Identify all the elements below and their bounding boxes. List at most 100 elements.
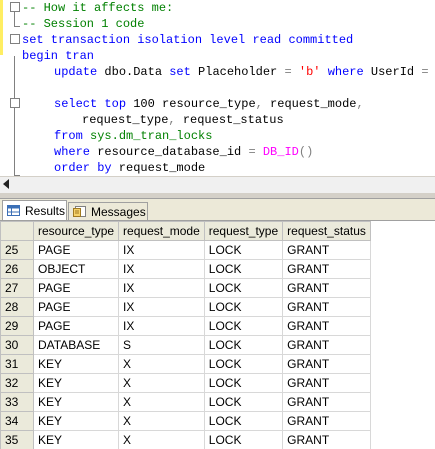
code-line-4: begin tran — [22, 49, 95, 63]
tab-results[interactable]: Results — [2, 200, 67, 220]
row-number[interactable]: 28 — [0, 297, 34, 317]
grid-icon — [7, 205, 20, 216]
cell-resource-type[interactable]: PAGE — [32, 278, 120, 298]
cell-request-mode[interactable]: IX — [118, 316, 205, 336]
cell-request-type[interactable]: LOCK — [203, 373, 284, 393]
code-line-2: -- Session 1 code — [22, 17, 145, 31]
cell-request-mode[interactable]: X — [118, 411, 205, 431]
collapse-box-icon-2[interactable] — [10, 34, 20, 44]
query-editor[interactable]: -- How it affects me: -- Session 1 code … — [0, 0, 435, 176]
cell-request-mode[interactable]: S — [118, 335, 205, 355]
outline-guide-3 — [14, 56, 15, 176]
row-number[interactable]: 35 — [0, 430, 34, 449]
table-row[interactable]: 33 KEY X LOCK GRANT — [0, 392, 371, 412]
table-row[interactable]: 34 KEY X LOCK GRANT — [0, 411, 371, 431]
results-table: resource_type request_mode request_type … — [0, 221, 371, 449]
cell-request-mode[interactable]: X — [118, 392, 205, 412]
table-row[interactable]: 30 DATABASE S LOCK GRANT — [0, 335, 371, 355]
cell-resource-type[interactable]: OBJECT — [32, 259, 120, 279]
row-number[interactable]: 30 — [0, 335, 34, 355]
cell-request-mode[interactable]: IX — [118, 240, 205, 260]
row-number[interactable]: 26 — [0, 259, 34, 279]
cell-request-mode[interactable]: IX — [118, 259, 205, 279]
cell-request-mode[interactable]: X — [118, 430, 205, 449]
table-row[interactable]: 26 OBJECT IX LOCK GRANT — [0, 259, 371, 279]
row-number[interactable]: 25 — [0, 240, 34, 260]
row-number[interactable]: 29 — [0, 316, 34, 336]
cell-request-status[interactable]: GRANT — [282, 430, 371, 449]
messages-icon — [73, 206, 86, 217]
row-number-header[interactable] — [0, 221, 34, 241]
cell-resource-type[interactable]: KEY — [32, 354, 120, 374]
table-row[interactable]: 25 PAGE IX LOCK GRANT — [0, 240, 371, 260]
cell-request-type[interactable]: LOCK — [203, 354, 284, 374]
cell-request-type[interactable]: LOCK — [203, 316, 284, 336]
row-number[interactable]: 33 — [0, 392, 34, 412]
cell-resource-type[interactable]: KEY — [32, 392, 120, 412]
cell-request-status[interactable]: GRANT — [282, 316, 371, 336]
table-row[interactable]: 29 PAGE IX LOCK GRANT — [0, 316, 371, 336]
cell-request-status[interactable]: GRANT — [282, 335, 371, 355]
cell-resource-type[interactable]: PAGE — [32, 240, 120, 260]
table-row[interactable]: 31 KEY X LOCK GRANT — [0, 354, 371, 374]
cell-request-status[interactable]: GRANT — [282, 240, 371, 260]
changed-line-marker — [0, 0, 3, 55]
column-header-request-mode[interactable]: request_mode — [118, 221, 205, 241]
row-number[interactable]: 32 — [0, 373, 34, 393]
cell-request-mode[interactable]: X — [118, 373, 205, 393]
outline-guide-2 — [14, 26, 20, 27]
code-line-3: set transaction isolation level read com… — [22, 33, 354, 47]
scroll-left-arrow-icon[interactable] — [3, 179, 9, 189]
table-row[interactable]: 32 KEY X LOCK GRANT — [0, 373, 371, 393]
code-line-7: select top 100 resource_type, request_mo… — [54, 97, 364, 111]
cell-request-mode[interactable]: X — [118, 354, 205, 374]
cell-request-mode[interactable]: IX — [118, 278, 205, 298]
row-number[interactable]: 31 — [0, 354, 34, 374]
code-line-11: order by request_mode — [54, 161, 206, 175]
table-row[interactable]: 27 PAGE IX LOCK GRANT — [0, 278, 371, 298]
cell-request-mode[interactable]: IX — [118, 297, 205, 317]
table-row[interactable]: 28 PAGE IX LOCK GRANT — [0, 297, 371, 317]
cell-request-status[interactable]: GRANT — [282, 373, 371, 393]
column-header-request-status[interactable]: request_status — [282, 221, 371, 241]
cell-request-type[interactable]: LOCK — [203, 278, 284, 298]
header-row: resource_type request_mode request_type … — [0, 221, 371, 241]
cell-request-status[interactable]: GRANT — [282, 354, 371, 374]
cell-request-type[interactable]: LOCK — [203, 335, 284, 355]
cell-resource-type[interactable]: PAGE — [32, 316, 120, 336]
cell-request-status[interactable]: GRANT — [282, 259, 371, 279]
cell-resource-type[interactable]: KEY — [32, 411, 120, 431]
results-grid[interactable]: resource_type request_mode request_type … — [0, 221, 435, 449]
tab-messages[interactable]: Messages — [68, 202, 148, 220]
cell-request-status[interactable]: GRANT — [282, 278, 371, 298]
code-line-8: request_type, request_status — [82, 113, 284, 127]
cell-resource-type[interactable]: KEY — [32, 430, 120, 449]
cell-request-type[interactable]: LOCK — [203, 430, 284, 449]
code-line-1: -- How it affects me: — [22, 1, 174, 15]
cell-request-status[interactable]: GRANT — [282, 392, 371, 412]
collapse-box-icon-3[interactable] — [10, 98, 20, 108]
results-tab-strip: Results Messages — [0, 199, 435, 221]
code-line-9: from sys.dm_tran_locks — [54, 129, 213, 143]
cell-request-status[interactable]: GRANT — [282, 297, 371, 317]
cell-request-type[interactable]: LOCK — [203, 240, 284, 260]
collapse-box-icon[interactable] — [10, 2, 20, 12]
cell-resource-type[interactable]: KEY — [32, 373, 120, 393]
row-number[interactable]: 27 — [0, 278, 34, 298]
cell-resource-type[interactable]: PAGE — [32, 297, 120, 317]
row-number[interactable]: 34 — [0, 411, 34, 431]
column-header-resource-type[interactable]: resource_type — [32, 221, 120, 241]
cell-request-status[interactable]: GRANT — [282, 411, 371, 431]
horizontal-scrollbar[interactable] — [0, 176, 435, 193]
column-header-request-type[interactable]: request_type — [203, 221, 284, 241]
cell-request-type[interactable]: LOCK — [203, 411, 284, 431]
cell-resource-type[interactable]: DATABASE — [32, 335, 120, 355]
cell-request-type[interactable]: LOCK — [203, 259, 284, 279]
code-line-5: update dbo.Data set Placeholder = 'b' wh… — [54, 65, 429, 79]
code-line-10: where resource_database_id = DB_ID() — [54, 145, 314, 159]
cell-request-type[interactable]: LOCK — [203, 297, 284, 317]
tab-messages-label: Messages — [91, 205, 146, 219]
tab-results-label: Results — [25, 204, 66, 218]
table-row[interactable]: 35 KEY X LOCK GRANT — [0, 430, 371, 449]
cell-request-type[interactable]: LOCK — [203, 392, 284, 412]
